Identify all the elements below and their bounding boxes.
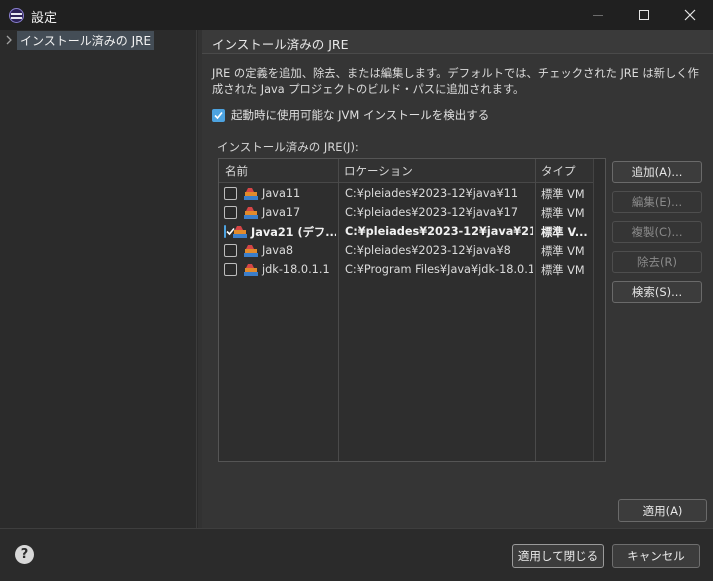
apply-button-label: 適用(A) (642, 503, 683, 518)
tree-item-label: インストール済みの JRE (17, 30, 155, 50)
search-button-label: 検索(S)... (631, 285, 683, 299)
detect-jvm-option[interactable]: 起動時に使用可能な JVM インストールを検出する (212, 107, 489, 123)
jre-name: Java21 (デフ... (251, 225, 336, 239)
table-header: 名前 ロケーション タイプ (219, 159, 605, 183)
cell-name: Java21 (デフ... (224, 222, 336, 241)
duplicate-button[interactable]: 複製(C)... (612, 221, 702, 243)
cell-type: 標準 VM (541, 206, 585, 220)
jre-name: Java8 (262, 244, 294, 257)
help-icon[interactable]: ? (15, 545, 34, 564)
cell-location: C:¥pleiades¥2023-12¥java¥8 (345, 244, 511, 257)
table-body: Java11 C:¥pleiades¥2023-12¥java¥11 標準 VM Ja… (219, 184, 605, 279)
search-button[interactable]: 検索(S)... (612, 281, 702, 303)
dialog-button-bar: ? 適用して閉じる キャンセル (0, 528, 713, 581)
chevron-right-icon[interactable] (3, 31, 15, 49)
jre-default-checkbox[interactable] (224, 187, 237, 200)
cell-name: Java8 (224, 241, 336, 260)
edit-button[interactable]: 編集(E)... (612, 191, 702, 213)
table-row[interactable]: Java11 C:¥pleiades¥2023-12¥java¥11 標準 VM (219, 184, 605, 203)
apply-and-close-label: 適用して閉じる (517, 549, 599, 563)
cell-type: 標準 VM (541, 263, 585, 277)
java-jre-icon (243, 263, 259, 277)
detect-jvm-label: 起動時に使用可能な JVM インストールを検出する (231, 108, 490, 122)
java-jre-icon (243, 187, 259, 201)
page-header: インストール済みの JRE (202, 30, 713, 54)
close-icon (684, 9, 696, 21)
cell-name: Java17 (224, 203, 336, 222)
detect-jvm-checkbox[interactable] (212, 108, 225, 122)
minimize-icon (593, 14, 603, 16)
java-jre-icon (243, 244, 259, 258)
remove-button-label: 除去(R) (637, 255, 677, 269)
column-header-location[interactable]: ロケーション (338, 159, 535, 183)
cell-name: Java11 (224, 184, 336, 203)
cell-location: C:¥pleiades¥2023-12¥java¥11 (345, 187, 519, 200)
add-button-label: 追加(A)... (631, 165, 683, 179)
preferences-tree: インストール済みの JRE (0, 30, 197, 528)
table-caption: インストール済みの JRE(J): (217, 140, 359, 154)
apply-button[interactable]: 適用(A) (618, 499, 707, 522)
cell-location: C:¥Program Files¥Java¥jdk-18.0.1.1 (345, 263, 533, 276)
table-row[interactable]: Java17 C:¥pleiades¥2023-12¥java¥17 標準 VM (219, 203, 605, 222)
maximize-button[interactable] (621, 0, 667, 30)
cell-type: 標準 VM (541, 187, 585, 201)
cancel-button[interactable]: キャンセル (612, 544, 700, 568)
cell-name: jdk-18.0.1.1 (224, 260, 336, 279)
duplicate-button-label: 複製(C)... (631, 225, 683, 239)
add-button[interactable]: 追加(A)... (612, 161, 702, 183)
java-jre-icon (243, 206, 259, 220)
title-bar: 設定 (0, 0, 713, 30)
eclipse-icon (9, 8, 24, 23)
window-title: 設定 (31, 11, 58, 26)
maximize-icon (639, 10, 649, 20)
cell-location: C:¥pleiades¥2023-12¥java¥17 (345, 206, 519, 219)
column-header-type[interactable]: タイプ (535, 159, 593, 183)
page-description: JRE の定義を追加、除去、または編集します。デフォルトでは、チェックされた J… (212, 67, 699, 96)
jre-default-checkbox[interactable] (224, 225, 235, 238)
table-scrollbar[interactable] (593, 159, 605, 461)
preference-page: インストール済みの JRE JRE の定義を追加、除去、または編集します。デフォ… (202, 30, 713, 528)
jre-default-checkbox[interactable] (224, 206, 237, 219)
remove-button[interactable]: 除去(R) (612, 251, 702, 273)
table-row[interactable]: Java21 (デフ... C:¥pleiades¥2023-12¥java¥21… (219, 222, 605, 241)
jre-name: Java11 (262, 187, 301, 200)
installed-jre-table[interactable]: 名前 ロケーション タイプ Java11 C:¥pleiades¥2023-12¥… (218, 158, 606, 462)
column-header-name[interactable]: 名前 (219, 159, 338, 183)
jre-name: Java17 (262, 206, 301, 219)
page-title: インストール済みの JRE (212, 37, 349, 52)
cancel-label: キャンセル (627, 549, 685, 563)
table-row[interactable]: Java8 C:¥pleiades¥2023-12¥java¥8 標準 VM (219, 241, 605, 260)
table-row[interactable]: jdk-18.0.1.1 C:¥Program Files¥Java¥jdk-18… (219, 260, 605, 279)
minimize-button[interactable] (575, 0, 621, 30)
jre-default-checkbox[interactable] (224, 263, 237, 276)
cell-type: 標準 V... (541, 225, 588, 239)
jre-default-checkbox[interactable] (224, 244, 237, 257)
cell-type: 標準 VM (541, 244, 585, 258)
edit-button-label: 編集(E)... (631, 195, 683, 209)
close-button[interactable] (667, 0, 713, 30)
cell-location: C:¥pleiades¥2023-12¥java¥21 (345, 225, 533, 238)
jre-name: jdk-18.0.1.1 (262, 263, 330, 276)
tree-item-installed-jre[interactable]: インストール済みの JRE (3, 30, 155, 50)
apply-and-close-button[interactable]: 適用して閉じる (512, 544, 604, 568)
